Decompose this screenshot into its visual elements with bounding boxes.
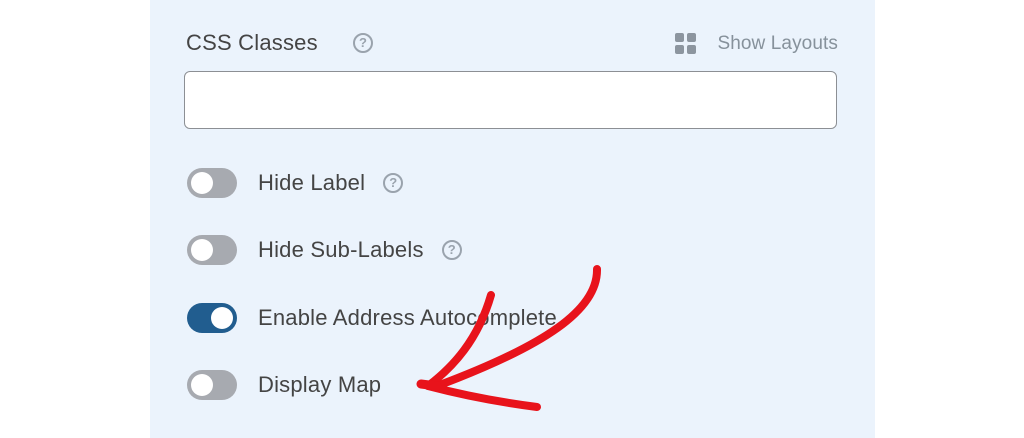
show-layouts-label: Show Layouts [717, 33, 838, 54]
css-classes-header: CSS Classes ? Show Layouts [186, 28, 838, 58]
option-enable-address-autocomplete: Enable Address Autocomplete [187, 303, 557, 333]
enable-address-autocomplete-toggle[interactable] [187, 303, 237, 333]
option-hide-sub-labels: Hide Sub-Labels ? [187, 235, 462, 265]
question-circle-icon[interactable]: ? [383, 173, 404, 193]
enable-address-autocomplete-label: Enable Address Autocomplete [258, 305, 557, 330]
hide-sub-labels-toggle[interactable] [187, 235, 237, 265]
option-hide-label: Hide Label ? [187, 168, 404, 198]
question-circle-icon[interactable]: ? [441, 240, 462, 260]
hide-sub-labels-label: Hide Sub-Labels [258, 237, 424, 262]
toggle-knob [191, 239, 213, 261]
grid-icon [675, 33, 697, 55]
toggle-knob [191, 374, 213, 396]
display-map-label: Display Map [258, 372, 382, 397]
option-display-map: Display Map [187, 370, 381, 400]
css-classes-input[interactable] [184, 71, 837, 129]
hide-label-toggle[interactable] [187, 168, 237, 198]
css-classes-title: CSS Classes [186, 30, 318, 55]
hide-label-label: Hide Label [258, 170, 366, 195]
show-layouts-button[interactable]: Show Layouts [675, 32, 838, 56]
question-circle-icon[interactable]: ? [353, 33, 373, 53]
toggle-knob [191, 172, 213, 194]
toggle-knob [211, 307, 233, 329]
display-map-toggle[interactable] [187, 370, 237, 400]
